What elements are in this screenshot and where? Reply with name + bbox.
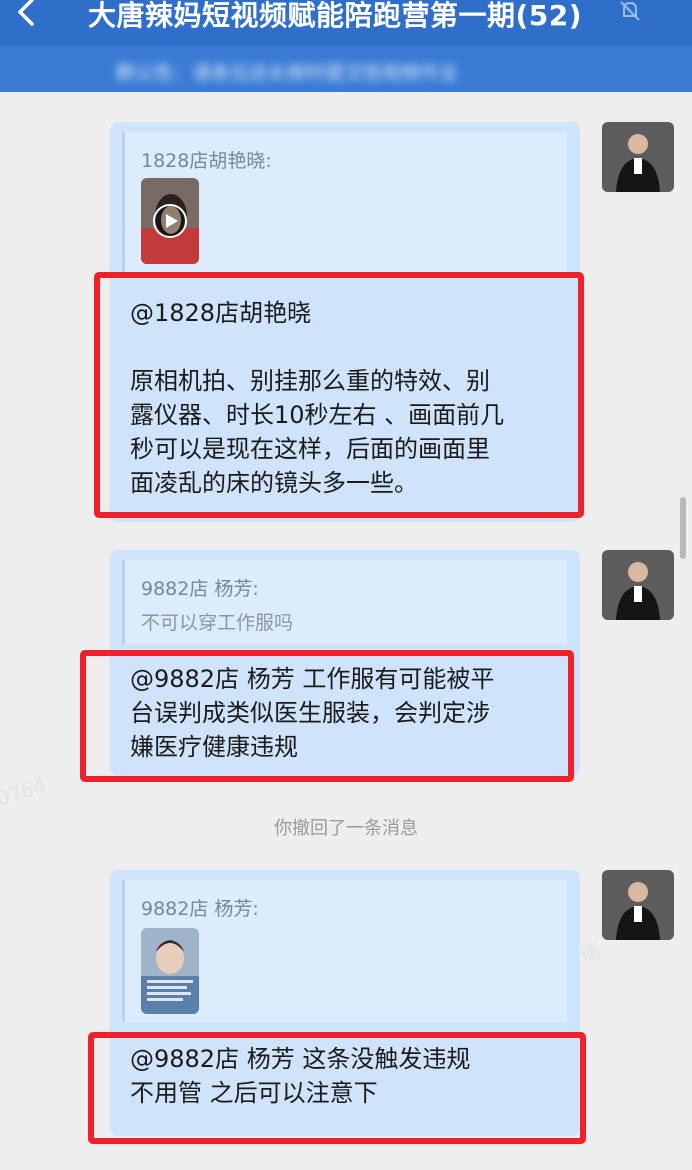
group-notice-bar[interactable]: 群公告：请各位店长按时提交短视频作业 <box>0 46 692 92</box>
quote-content: 不可以穿工作服吗 <box>141 612 294 634</box>
user-avatar[interactable] <box>602 870 674 940</box>
play-icon[interactable] <box>152 203 188 239</box>
video-thumbnail[interactable] <box>141 178 199 264</box>
system-notice: 你撤回了一条消息 <box>274 818 418 839</box>
reply-text: @9882店 杨芳 工作服有可能被平 台误判成类似医生服装，会判定涉 嫌医疗健康… <box>130 665 495 761</box>
scrollbar[interactable] <box>680 497 686 559</box>
quoted-message[interactable]: 9882店 杨芳: 不可以穿工作服吗 <box>122 560 567 644</box>
quote-sender: 9882店 杨芳: <box>141 578 259 600</box>
message-bubble[interactable]: 9882店 杨芳: @9882店 杨芳 这条没触发违规 不用管 之后可以注意下 <box>110 870 580 1136</box>
message-bubble[interactable]: 9882店 杨芳: 不可以穿工作服吗 @9882店 杨芳 工作服有可能被平 台误… <box>110 550 580 776</box>
group-notice-text: 群公告：请各位店长按时提交短视频作业 <box>116 62 459 84</box>
watermark: 0764 <box>0 772 50 812</box>
user-avatar[interactable] <box>602 122 674 192</box>
chat-header: 大唐辣妈短视频赋能陪跑营第一期(52) 群公告：请各位店长按时提交短视频作业 <box>0 0 692 92</box>
quote-sender: 9882店 杨芳: <box>141 898 259 920</box>
quote-sender: 1828店胡艳晓: <box>141 150 272 172</box>
user-avatar[interactable] <box>602 550 674 620</box>
video-thumbnail[interactable] <box>141 928 199 1014</box>
reply-text: @1828店胡艳晓 原相机拍、别挂那么重的特效、别 露仪器、时长10秒左右 、画… <box>130 299 505 497</box>
group-title: 大唐辣妈短视频赋能陪跑营第一期(52) <box>88 0 583 32</box>
message-bubble[interactable]: 1828店胡艳晓: @1828店胡艳晓 原相机拍、别挂那么重的特效、别 露仪器、… <box>110 122 580 522</box>
reply-text: @9882店 杨芳 这条没触发违规 不用管 之后可以注意下 <box>130 1045 471 1107</box>
quoted-message[interactable]: 1828店胡艳晓: <box>122 132 567 274</box>
chevron-left-icon[interactable] <box>12 0 42 30</box>
quoted-message[interactable]: 9882店 杨芳: <box>122 880 567 1022</box>
bell-off-icon <box>620 1 640 21</box>
